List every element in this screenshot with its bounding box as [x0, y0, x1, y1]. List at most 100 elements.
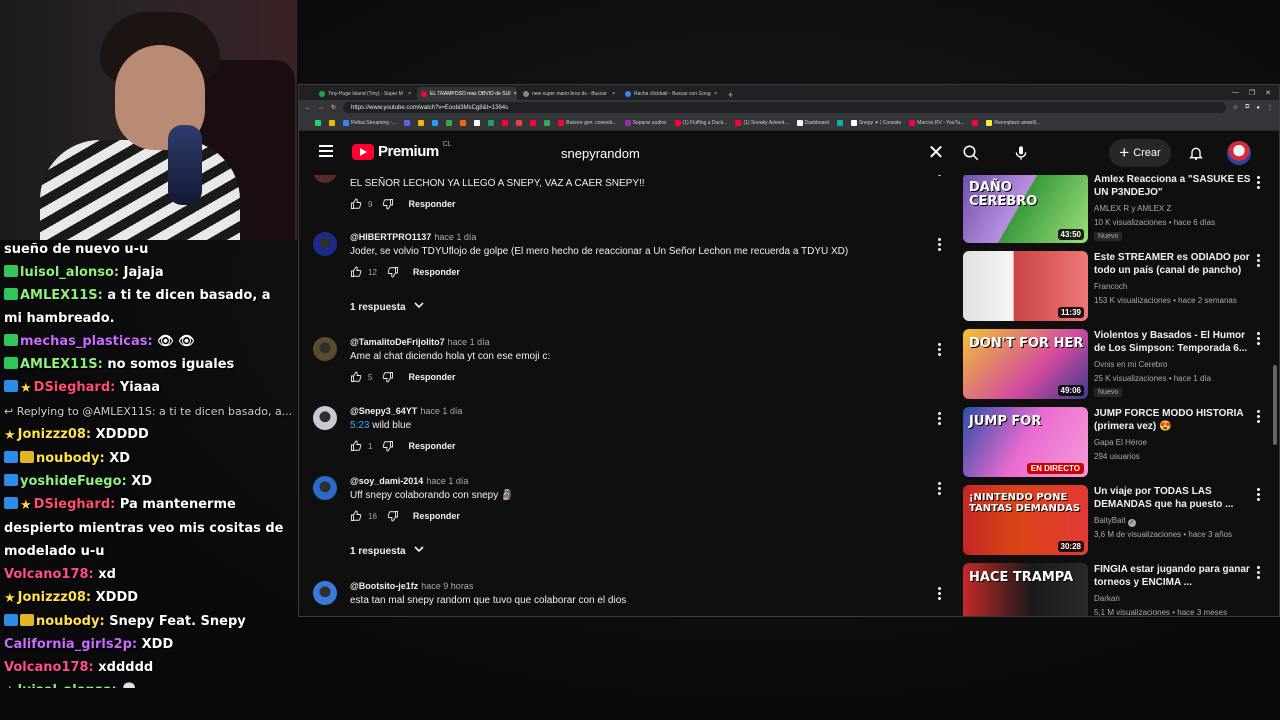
tab-close-icon[interactable]: × [612, 91, 615, 97]
comment-author[interactable]: @Bootsito-je1fz [350, 581, 418, 591]
youtube-premium-logo[interactable]: Premium CL [352, 141, 452, 160]
channel-name[interactable]: Gapa El Héroe [1094, 438, 1147, 447]
hamburger-menu-icon[interactable] [319, 145, 333, 157]
video-title[interactable]: Este STREAMER es ODIADO por todo un país… [1094, 251, 1254, 277]
channel-name[interactable]: AMLEX R y AMLEX Z [1094, 204, 1171, 213]
bookmark-item[interactable] [836, 119, 843, 126]
comment-author[interactable]: @soy_dami-2014 [350, 476, 423, 486]
commenter-avatar[interactable] [313, 476, 337, 500]
video-title[interactable]: Un viaje por TODAS LAS DEMANDAS que ha p… [1094, 485, 1254, 511]
like-icon[interactable] [350, 371, 362, 383]
dislike-icon[interactable] [382, 371, 394, 383]
microphone-icon[interactable] [1006, 138, 1036, 168]
create-button[interactable]: + Crear [1109, 139, 1171, 167]
like-icon[interactable] [350, 198, 362, 210]
bookmark-item[interactable] [488, 119, 495, 126]
extensions-icon[interactable]: ⧉ [1245, 104, 1249, 111]
bookmark-item[interactable]: Snepy ✦ | Console [850, 119, 901, 126]
browser-tab[interactable]: new super mario bros ds - Buscar × [519, 87, 619, 100]
bookmark-item[interactable] [502, 119, 509, 126]
video-thumbnail[interactable]: HACE TRAMPA [963, 563, 1088, 616]
bookmark-item[interactable] [972, 119, 979, 126]
bookmark-item[interactable] [516, 119, 523, 126]
like-icon[interactable] [350, 266, 362, 278]
channel-name[interactable]: BaityBait ✓ [1094, 516, 1136, 527]
minimize-button[interactable]: — [1232, 89, 1239, 97]
commenter-avatar[interactable] [313, 406, 337, 430]
video-thumbnail[interactable]: 11:39 [963, 251, 1088, 321]
comment-menu-icon[interactable] [933, 585, 945, 601]
timestamp-link[interactable]: 5:23 [350, 420, 369, 431]
video-thumbnail[interactable]: DAÑO CEREBRO 43:50 [963, 175, 1088, 243]
replies-toggle[interactable]: 1 respuesta [350, 302, 424, 313]
video-menu-icon[interactable] [1253, 487, 1263, 501]
comment-author[interactable]: @Snepy3_64YT [350, 406, 417, 416]
video-title[interactable]: Amlex Reacciona a "SASUKE ES UN P3NDEJO" [1094, 175, 1254, 199]
commenter-avatar[interactable] [313, 337, 337, 361]
commenter-avatar[interactable] [313, 175, 337, 183]
related-video[interactable]: 11:39 Este STREAMER es ODIADO por todo un… [963, 251, 1279, 321]
related-video[interactable]: JUMP FOR EN DIRECTO JUMP FORCE MODO HISTOR… [963, 407, 1279, 477]
profile-icon[interactable]: ● [1256, 105, 1260, 111]
comment-author[interactable]: @TamalitoDeFrijolito7 [350, 337, 445, 347]
bookmark-item[interactable]: Buturre gen. conexió... [558, 119, 617, 126]
reply-button[interactable]: Responder [413, 511, 460, 521]
bookmark-item[interactable] [329, 119, 335, 126]
bookmark-item[interactable] [432, 119, 439, 126]
channel-name[interactable]: Francoch [1094, 282, 1127, 291]
bookmark-item[interactable] [446, 119, 453, 126]
channel-name[interactable]: Ovnis en mi Cerebro [1094, 360, 1167, 369]
bookmark-item[interactable]: Marcos RV - YouTu... [909, 119, 964, 126]
browser-tab[interactable]: EL TRAMPOSO mas OBVIO de SUI × [417, 87, 517, 100]
bookmark-item[interactable]: Relkai Streaming -... [343, 119, 396, 126]
url-field[interactable]: https://www.youtube.com/watch?v=Eoobi3Ms… [343, 102, 1226, 113]
account-avatar[interactable] [1227, 141, 1251, 165]
bell-icon[interactable] [1181, 138, 1211, 168]
video-title[interactable]: FINGIA estar jugando para ganar torneos … [1094, 563, 1254, 589]
tab-close-icon[interactable]: × [514, 91, 517, 97]
reply-button[interactable]: Responder [408, 199, 455, 209]
comment-menu-icon[interactable] [933, 480, 945, 496]
comment-menu-icon[interactable] [933, 236, 945, 252]
comment-menu-icon[interactable] [933, 341, 945, 357]
maximize-button[interactable]: ❐ [1249, 89, 1255, 97]
commenter-avatar[interactable] [313, 232, 337, 256]
bookmark-star-icon[interactable]: ☆ [1233, 104, 1238, 111]
video-menu-icon[interactable] [1253, 565, 1263, 579]
like-icon[interactable] [350, 440, 362, 452]
tab-close-icon[interactable]: × [408, 91, 411, 97]
dislike-icon[interactable] [387, 510, 399, 522]
bookmark-item[interactable]: (1) Fluffing a Duck... [674, 119, 727, 126]
clear-search-icon[interactable]: ✕ [921, 137, 951, 169]
bookmark-item[interactable] [544, 119, 551, 126]
back-icon[interactable]: ← [305, 105, 311, 111]
replies-toggle[interactable]: 1 respuesta [350, 546, 424, 557]
reply-button[interactable]: Responder [408, 441, 455, 451]
search-icon[interactable] [956, 138, 986, 168]
forward-icon[interactable]: → [318, 105, 324, 111]
related-video[interactable]: DAÑO CEREBRO 43:50 Amlex Reacciona a "SASU… [963, 175, 1279, 243]
related-video[interactable]: DON'T FOR HER 49:06 Violentos y Basados - … [963, 329, 1279, 399]
video-menu-icon[interactable] [1253, 409, 1263, 423]
dislike-icon[interactable] [382, 440, 394, 452]
video-title[interactable]: Violentos y Basados - El Humor de Los Si… [1094, 329, 1254, 355]
browser-tab[interactable]: Tiny-Huge Island (Tiny) - Super M × [315, 87, 415, 100]
bookmark-item[interactable] [460, 119, 467, 126]
dislike-icon[interactable] [387, 266, 399, 278]
bookmark-item[interactable] [404, 119, 411, 126]
bookmark-item[interactable]: Separar audios [624, 119, 667, 126]
bookmark-item[interactable] [530, 119, 537, 126]
new-tab-button[interactable]: + [723, 90, 738, 100]
video-title[interactable]: JUMP FORCE MODO HISTORIA (primera vez) 😍 [1094, 407, 1254, 433]
channel-name[interactable]: Darkan [1094, 594, 1120, 603]
video-thumbnail[interactable]: DON'T FOR HER 49:06 [963, 329, 1088, 399]
related-video[interactable]: ¡NINTENDO PONE TANTAS DEMANDAS 30:28 Un vi… [963, 485, 1279, 555]
tab-close-icon[interactable]: × [714, 91, 717, 97]
reply-button[interactable]: Responder [413, 267, 460, 277]
video-thumbnail[interactable]: ¡NINTENDO PONE TANTAS DEMANDAS 30:28 [963, 485, 1088, 555]
video-menu-icon[interactable] [1253, 253, 1263, 267]
bookmark-item[interactable]: (1) Sneaky Advent... [735, 119, 789, 126]
like-icon[interactable] [350, 510, 362, 522]
bookmark-item[interactable]: Dashboard [796, 119, 829, 126]
video-menu-icon[interactable] [1253, 175, 1263, 189]
